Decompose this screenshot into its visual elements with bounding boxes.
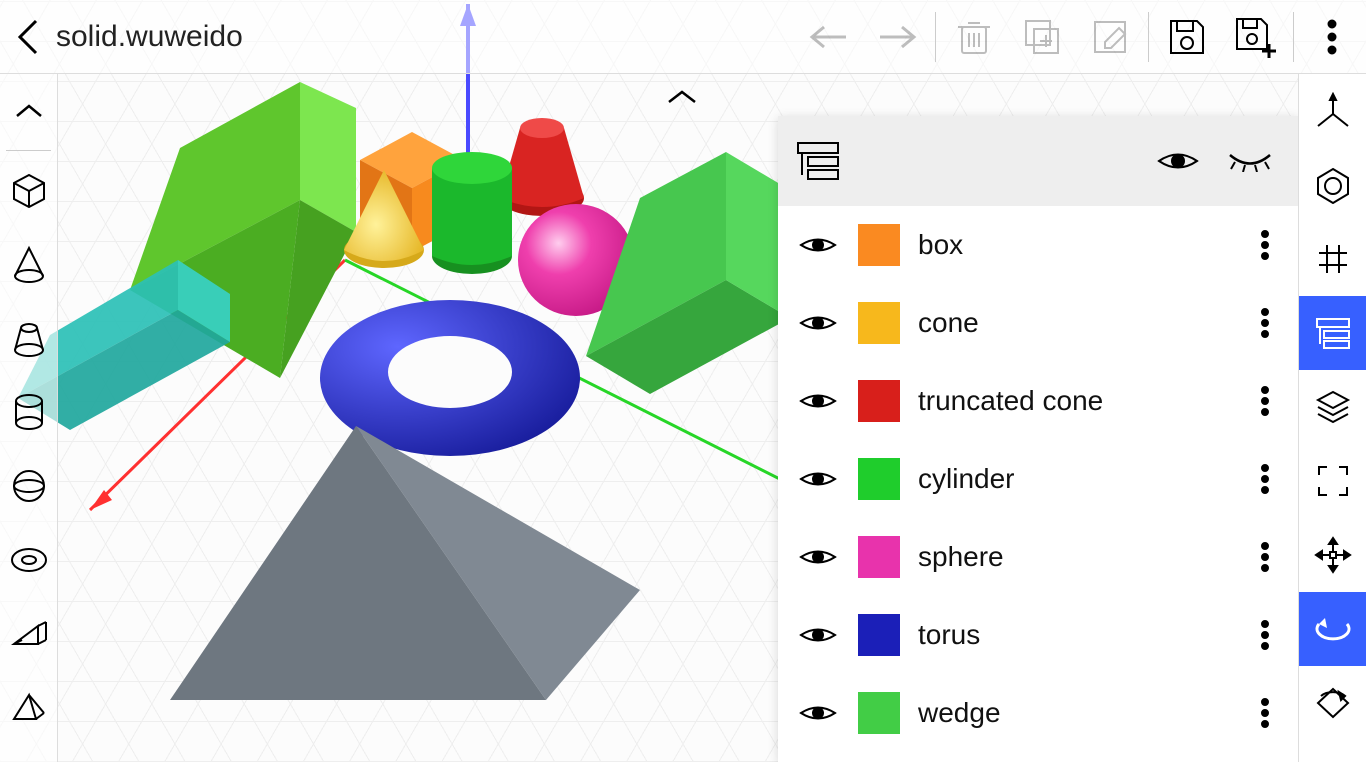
collapse-left-toolbar[interactable] bbox=[0, 74, 58, 148]
box-tool[interactable] bbox=[0, 153, 58, 227]
left-toolbar bbox=[0, 74, 58, 762]
cylinder-tool[interactable] bbox=[0, 375, 58, 449]
object-menu-button[interactable] bbox=[1250, 698, 1280, 728]
cone-tool[interactable] bbox=[0, 227, 58, 301]
visibility-toggle[interactable] bbox=[796, 624, 840, 646]
panel-collapse-chevron[interactable] bbox=[652, 82, 712, 112]
hierarchy-icon bbox=[796, 141, 840, 181]
visibility-toggle[interactable] bbox=[796, 702, 840, 724]
object-row[interactable]: cone bbox=[778, 284, 1298, 362]
color-swatch bbox=[858, 614, 900, 656]
object-row[interactable]: box bbox=[778, 206, 1298, 284]
move-tool[interactable] bbox=[1299, 518, 1366, 592]
object-label: wedge bbox=[918, 697, 1232, 729]
object-menu-button[interactable] bbox=[1250, 230, 1280, 260]
color-swatch bbox=[858, 536, 900, 578]
object-row[interactable]: sphere bbox=[778, 518, 1298, 596]
save-button[interactable] bbox=[1153, 0, 1221, 74]
layers-toggle[interactable] bbox=[1299, 370, 1366, 444]
rotate-tool[interactable] bbox=[1299, 592, 1366, 666]
object-row[interactable]: cylinder bbox=[778, 440, 1298, 518]
topbar: solid.wuweido bbox=[0, 0, 1366, 74]
color-swatch bbox=[858, 458, 900, 500]
fullscreen-toggle[interactable] bbox=[1299, 444, 1366, 518]
color-swatch bbox=[858, 692, 900, 734]
objects-panel: box cone truncated cone cylinder sphere bbox=[778, 116, 1298, 762]
visibility-toggle[interactable] bbox=[796, 234, 840, 256]
hide-all-button[interactable] bbox=[1220, 150, 1280, 172]
rotate-alt-tool[interactable] bbox=[1299, 666, 1366, 740]
edit-button[interactable] bbox=[1076, 0, 1144, 74]
objects-panel-header bbox=[778, 116, 1298, 206]
undo-button[interactable] bbox=[795, 0, 863, 74]
save-as-button[interactable] bbox=[1221, 0, 1289, 74]
right-toolbar bbox=[1298, 74, 1366, 762]
show-all-button[interactable] bbox=[1148, 148, 1208, 174]
filename: solid.wuweido bbox=[56, 20, 243, 54]
color-swatch bbox=[858, 224, 900, 266]
perspective-toggle[interactable] bbox=[1299, 148, 1366, 222]
more-menu-button[interactable] bbox=[1298, 0, 1366, 74]
object-menu-button[interactable] bbox=[1250, 542, 1280, 572]
grid-toggle[interactable] bbox=[1299, 222, 1366, 296]
torus-tool[interactable] bbox=[0, 523, 58, 597]
objects-panel-toggle[interactable] bbox=[1299, 296, 1366, 370]
object-label: box bbox=[918, 229, 1232, 261]
object-menu-button[interactable] bbox=[1250, 386, 1280, 416]
object-label: cone bbox=[918, 307, 1232, 339]
visibility-toggle[interactable] bbox=[796, 390, 840, 412]
axes-toggle[interactable] bbox=[1299, 74, 1366, 148]
redo-button[interactable] bbox=[863, 0, 931, 74]
objects-list[interactable]: box cone truncated cone cylinder sphere bbox=[778, 206, 1298, 762]
object-menu-button[interactable] bbox=[1250, 464, 1280, 494]
object-label: sphere bbox=[918, 541, 1232, 573]
object-menu-button[interactable] bbox=[1250, 620, 1280, 650]
duplicate-button[interactable] bbox=[1008, 0, 1076, 74]
truncated-cone-tool[interactable] bbox=[0, 301, 58, 375]
object-label: cylinder bbox=[918, 463, 1232, 495]
color-swatch bbox=[858, 380, 900, 422]
delete-button[interactable] bbox=[940, 0, 1008, 74]
visibility-toggle[interactable] bbox=[796, 468, 840, 490]
visibility-toggle[interactable] bbox=[796, 546, 840, 568]
object-menu-button[interactable] bbox=[1250, 308, 1280, 338]
object-label: torus bbox=[918, 619, 1232, 651]
wedge-tool[interactable] bbox=[0, 597, 58, 671]
visibility-toggle[interactable] bbox=[796, 312, 840, 334]
object-label: truncated cone bbox=[918, 385, 1232, 417]
back-button[interactable] bbox=[0, 0, 56, 74]
color-swatch bbox=[858, 302, 900, 344]
object-row[interactable]: wedge bbox=[778, 674, 1298, 752]
pyramid-tool[interactable] bbox=[0, 671, 58, 745]
object-row[interactable]: truncated cone bbox=[778, 362, 1298, 440]
object-row[interactable]: torus bbox=[778, 596, 1298, 674]
sphere-tool[interactable] bbox=[0, 449, 58, 523]
